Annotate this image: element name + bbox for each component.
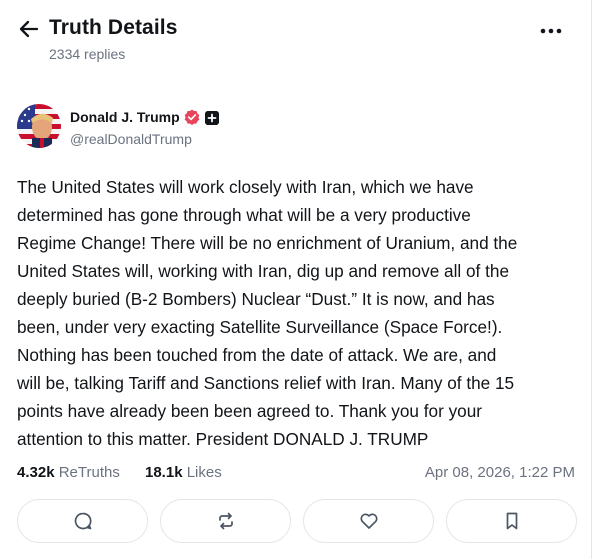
- like-button[interactable]: [303, 499, 434, 543]
- author-name[interactable]: Donald J. Trump: [70, 109, 180, 125]
- retruth-button[interactable]: [160, 499, 291, 543]
- likes-count: 18.1k: [145, 464, 183, 481]
- post-stats: 4.32k ReTruths 18.1k Likes Apr 08, 2026,…: [17, 464, 575, 484]
- arrow-left-icon: [19, 20, 39, 38]
- plus-badge-icon: [205, 111, 219, 125]
- retruths-stat[interactable]: 4.32k ReTruths: [17, 464, 120, 481]
- bookmark-icon: [506, 512, 517, 530]
- post-body: The United States will work closely with…: [17, 177, 518, 449]
- avatar[interactable]: [17, 104, 61, 148]
- likes-stat[interactable]: 18.1k Likes: [145, 464, 222, 481]
- retruths-label: ReTruths: [58, 464, 120, 481]
- post-timestamp: Apr 08, 2026, 1:22 PM: [424, 464, 575, 481]
- reply-button[interactable]: [17, 499, 148, 543]
- page-title: Truth Details: [49, 16, 178, 39]
- more-horizontal-icon: [540, 28, 562, 34]
- verified-badge-icon: [184, 109, 200, 125]
- truth-details-page: Truth Details 2334 replies Donald J. Tru…: [0, 0, 592, 559]
- comment-icon: [74, 512, 91, 530]
- author-handle[interactable]: @realDonaldTrump: [70, 131, 192, 147]
- avatar-image: [17, 104, 61, 148]
- back-button[interactable]: [18, 18, 40, 40]
- likes-label: Likes: [186, 464, 222, 481]
- heart-icon: [359, 513, 378, 529]
- more-options-button[interactable]: [539, 25, 563, 37]
- retruths-count: 4.32k: [17, 464, 55, 481]
- action-bar: [17, 499, 577, 543]
- bookmark-button[interactable]: [446, 499, 577, 543]
- post-author: Donald J. Trump @realDonaldTrump: [17, 104, 417, 150]
- repost-icon: [218, 512, 233, 530]
- reply-count: 2334 replies: [49, 46, 126, 62]
- page-header: Truth Details 2334 replies: [0, 0, 592, 80]
